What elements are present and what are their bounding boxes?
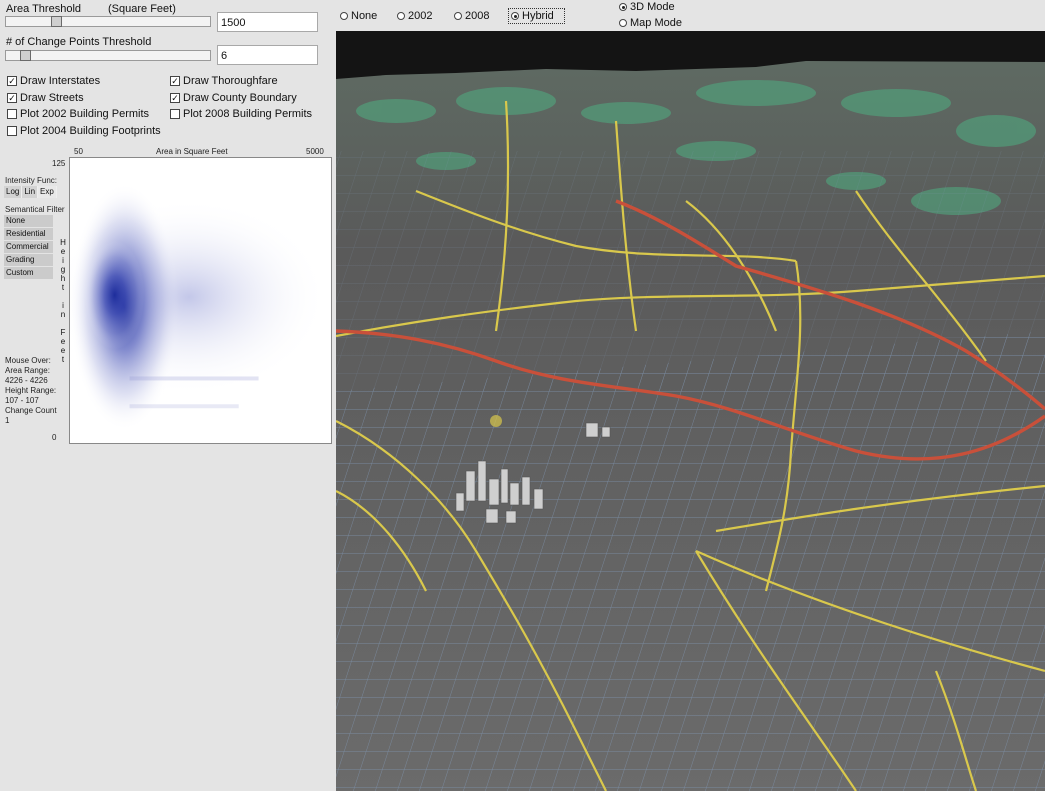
density-plot[interactable] [69, 157, 332, 444]
y-axis-label-char: t [61, 355, 65, 364]
change-points-slider-thumb[interactable] [20, 50, 31, 61]
density-plot-canvas [70, 182, 328, 432]
x-axis-label: Area in Square Feet [156, 147, 228, 156]
filter-commercial-button[interactable]: Commercial [4, 241, 53, 253]
checkmark-icon: ✓ [170, 93, 180, 103]
mouse-over-title: Mouse Over: [5, 356, 51, 365]
y-axis-max: 125 [52, 159, 66, 168]
empty-checkbox-icon [7, 109, 17, 119]
area-range-label: Area Range: [5, 366, 50, 375]
density-streak [129, 404, 239, 409]
3d-mode-radio[interactable]: 3D Mode [619, 1, 675, 13]
y-axis-label-char: e [60, 247, 66, 256]
intensity-buttons: Log Lin Exp [4, 186, 57, 198]
y-axis-label-char [60, 292, 66, 301]
radio-off-icon [397, 12, 405, 20]
area-threshold-unit: (Square Feet) [108, 3, 176, 15]
filter-none-button[interactable]: None [4, 215, 53, 227]
checkmark-icon: ✓ [7, 93, 17, 103]
radio-off-icon [619, 19, 627, 27]
change-points-slider[interactable] [5, 50, 211, 61]
y-axis-label-char [60, 319, 66, 328]
height-range-label: Height Range: [5, 386, 57, 395]
y-axis-label-char: h [60, 274, 66, 283]
density-streak [129, 376, 259, 381]
y-axis-label-char: F [60, 328, 66, 337]
street-network-far [336, 151, 1045, 391]
height-range-value: 107 - 107 [5, 396, 39, 405]
intensity-log-button[interactable]: Log [4, 186, 23, 198]
area-threshold-input[interactable]: 1500 [217, 12, 318, 32]
y-axis-label-char: e [60, 337, 66, 346]
map-mode-radio[interactable]: Map Mode [619, 17, 682, 29]
draw-interstates-checkbox[interactable]: ✓ Draw Interstates [7, 75, 100, 87]
interchange-marker [490, 415, 502, 427]
layer-none-radio[interactable]: None [340, 10, 377, 22]
empty-checkbox-icon [170, 109, 180, 119]
y-axis-label-char: g [60, 265, 66, 274]
filter-grading-button[interactable]: Grading [4, 254, 53, 266]
area-threshold-slider[interactable] [5, 16, 211, 27]
radio-off-icon [454, 12, 462, 20]
3d-terrain-view[interactable] [336, 31, 1045, 791]
filter-custom-button[interactable]: Custom [4, 267, 53, 279]
radio-on-icon [619, 3, 627, 11]
checkmark-icon: ✓ [7, 76, 17, 86]
radio-on-icon [511, 12, 519, 20]
y-axis-label-char: e [60, 346, 66, 355]
y-axis-label-char: H [60, 238, 66, 247]
checkmark-icon: ✓ [170, 76, 180, 86]
y-axis-label-char: i [62, 301, 64, 310]
y-axis-label: Height in Feet [60, 238, 66, 364]
area-threshold-label: Area Threshold [6, 3, 82, 15]
change-points-input[interactable]: 6 [217, 45, 318, 65]
filter-residential-button[interactable]: Residential [4, 228, 53, 240]
intensity-label: Intensity Func: [5, 176, 58, 185]
area-threshold-slider-thumb[interactable] [51, 16, 62, 27]
area-range-value: 4226 - 4226 [5, 376, 48, 385]
y-axis-label-char: n [60, 310, 66, 319]
semantic-filter-label: Semantical Filter [5, 205, 65, 214]
intensity-exp-button[interactable]: Exp [38, 186, 57, 198]
layer-2008-radio[interactable]: 2008 [454, 10, 489, 22]
control-panel: Area Threshold (Square Feet) 1500 # of C… [0, 0, 336, 791]
intensity-lin-button[interactable]: Lin [22, 186, 39, 198]
layer-2002-radio[interactable]: 2002 [397, 10, 432, 22]
plot-2004-footprints-checkbox[interactable]: Plot 2004 Building Footprints [7, 125, 161, 137]
y-axis-label-char: i [62, 256, 64, 265]
x-axis-min: 50 [74, 147, 83, 156]
radio-off-icon [340, 12, 348, 20]
draw-thoroughfare-checkbox[interactable]: ✓ Draw Thoroughfare [170, 75, 278, 87]
terrain-canvas [336, 31, 1045, 791]
density-peak [84, 240, 145, 350]
change-count-value: 1 [5, 416, 10, 425]
empty-checkbox-icon [7, 126, 17, 136]
draw-county-boundary-checkbox[interactable]: ✓ Draw County Boundary [170, 92, 297, 104]
plot-2002-permits-checkbox[interactable]: Plot 2002 Building Permits [7, 108, 149, 120]
plot-2008-permits-checkbox[interactable]: Plot 2008 Building Permits [170, 108, 312, 120]
draw-streets-checkbox[interactable]: ✓ Draw Streets [7, 92, 84, 104]
change-count-label: Change Count [5, 406, 57, 415]
layer-hybrid-radio[interactable]: Hybrid [508, 8, 565, 24]
x-axis-max: 5000 [306, 147, 324, 156]
y-axis-min: 0 [52, 433, 57, 442]
y-axis-label-char: t [61, 283, 65, 292]
change-points-label: # of Change Points Threshold [6, 36, 152, 48]
